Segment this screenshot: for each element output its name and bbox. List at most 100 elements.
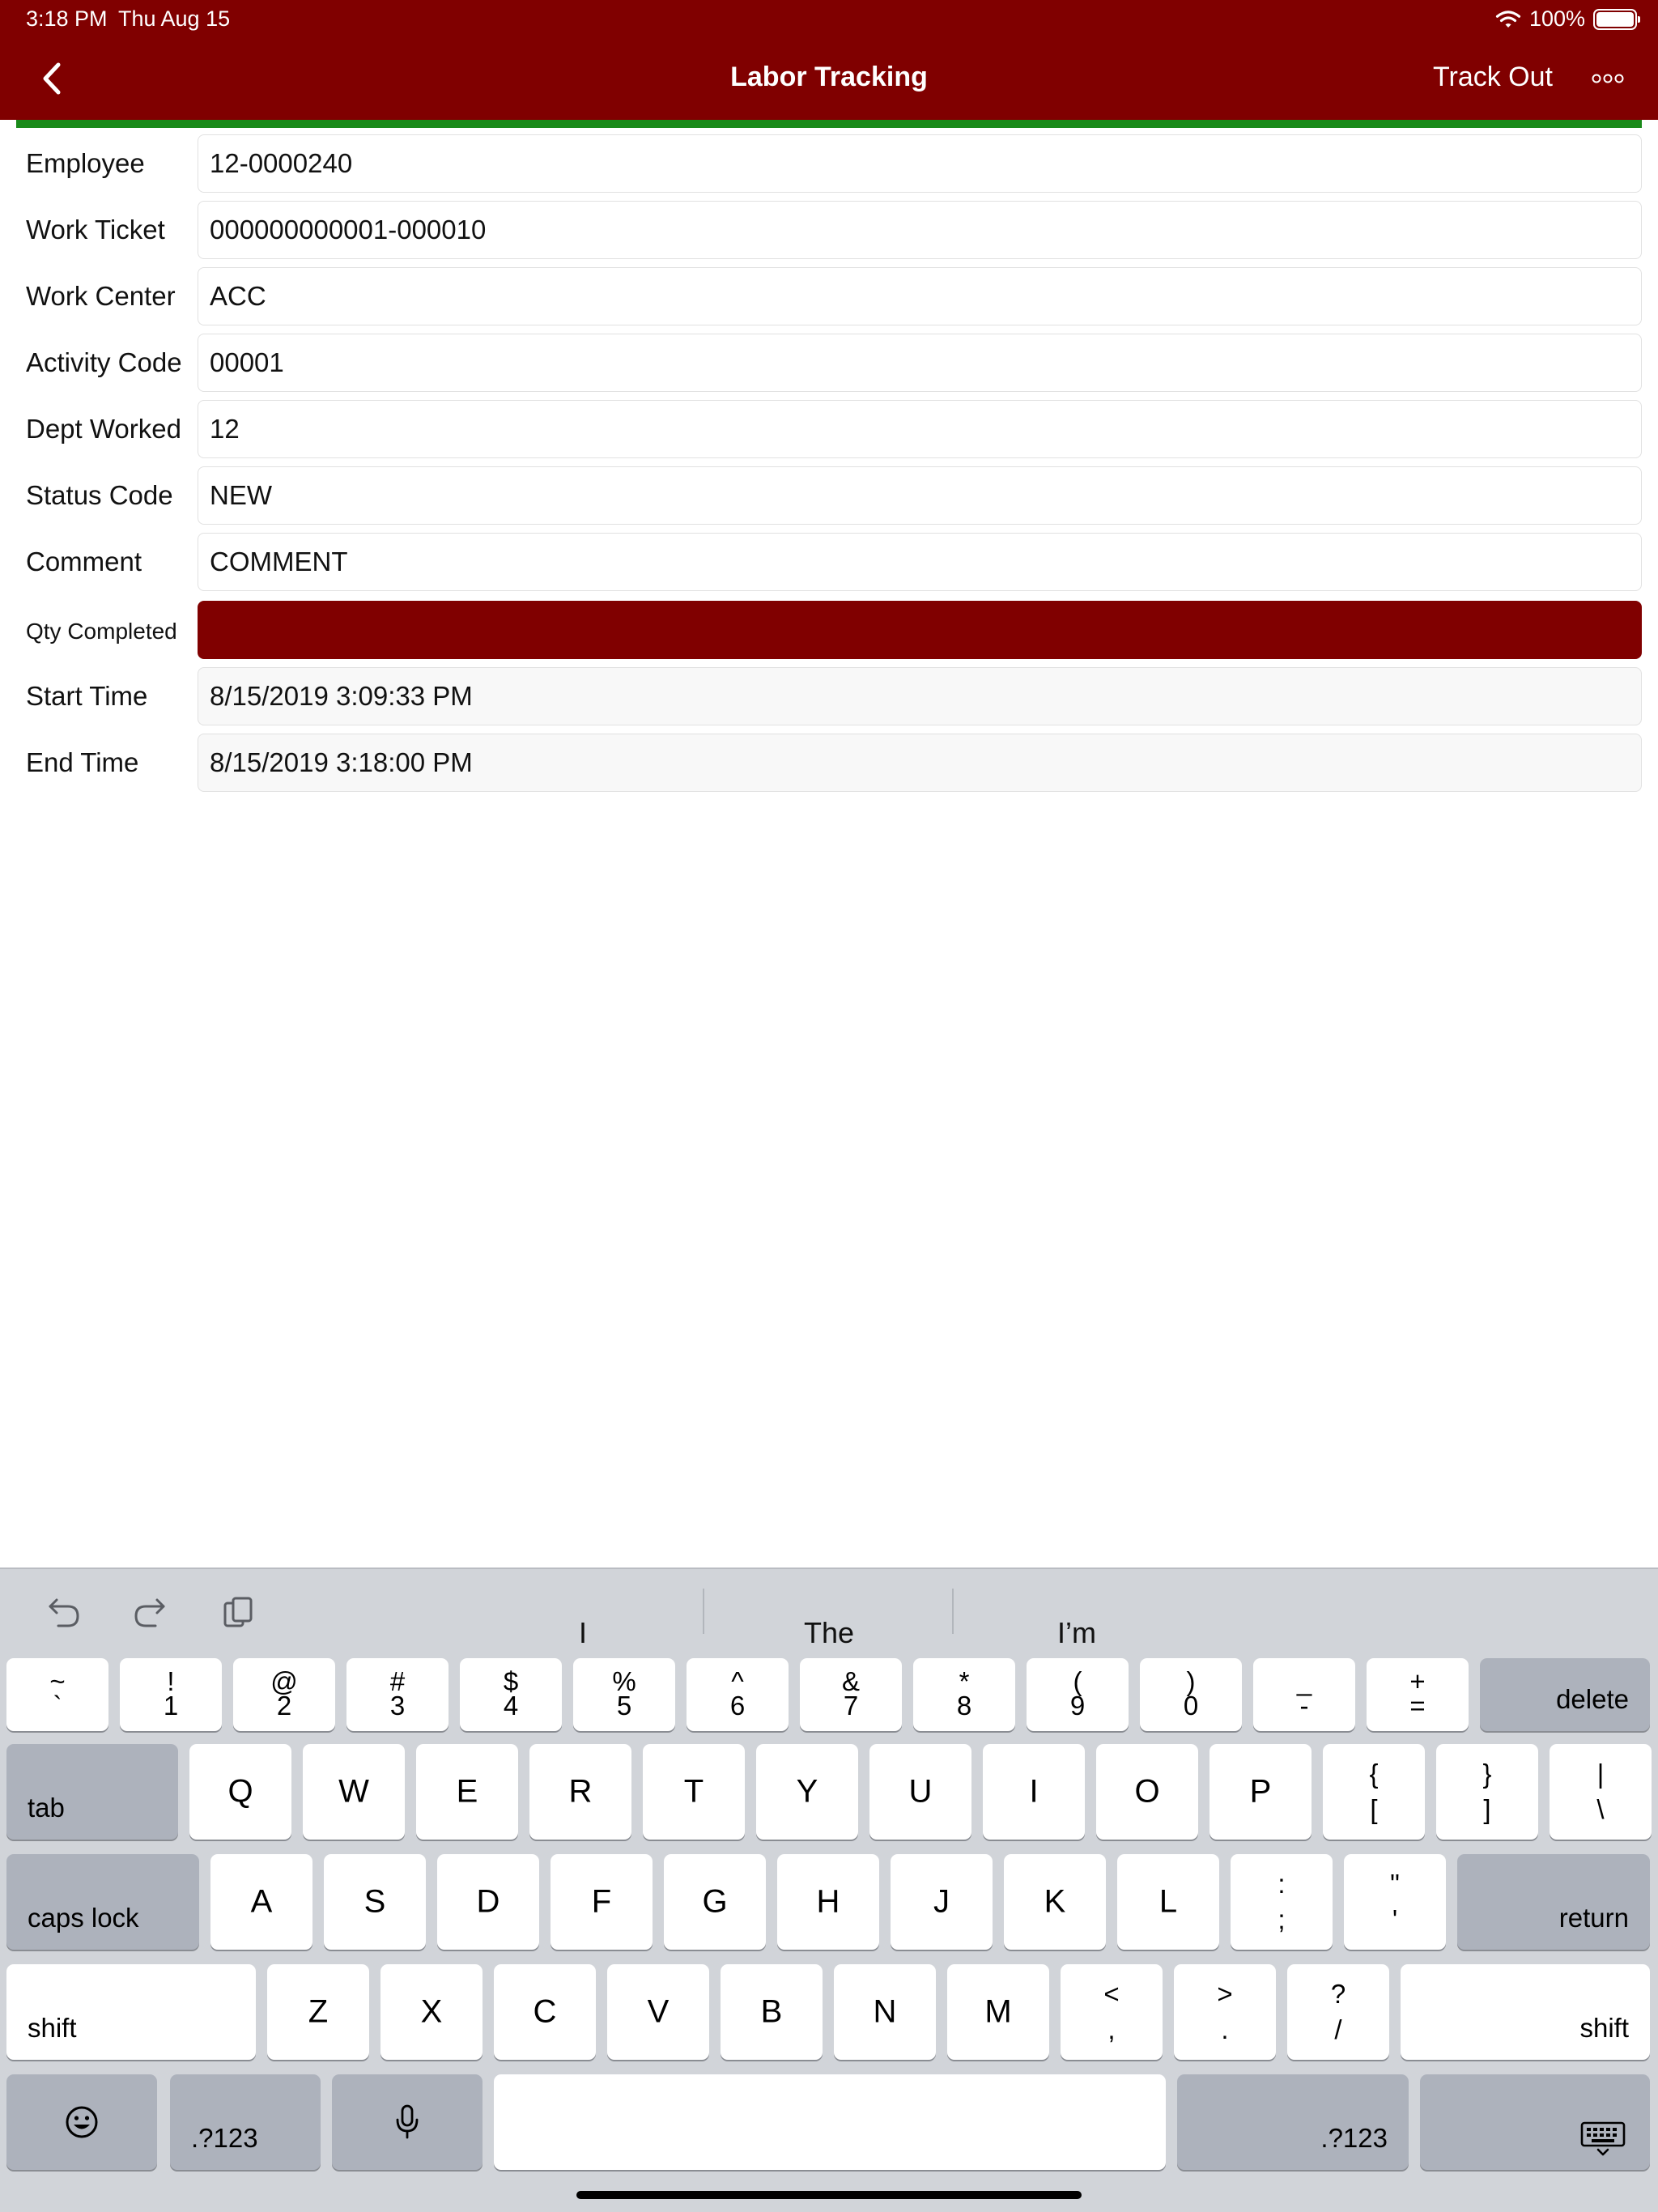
form-row-work-center: Work Center ACC bbox=[0, 267, 1658, 325]
key-j[interactable]: J bbox=[891, 1854, 993, 1950]
key-e[interactable]: E bbox=[416, 1744, 518, 1840]
key-a[interactable]: A bbox=[210, 1854, 312, 1950]
home-indicator[interactable] bbox=[576, 2191, 1082, 2199]
suggestion-divider bbox=[703, 1589, 704, 1634]
key-minus[interactable]: _ - bbox=[1253, 1658, 1355, 1731]
form-row-comment: Comment COMMENT bbox=[0, 533, 1658, 591]
key-y[interactable]: Y bbox=[756, 1744, 858, 1840]
key-4[interactable]: $4 bbox=[460, 1658, 562, 1731]
key-comma[interactable]: <, bbox=[1061, 1964, 1163, 2060]
key-backslash[interactable]: | \ bbox=[1550, 1744, 1652, 1840]
key-n[interactable]: N bbox=[834, 1964, 936, 2060]
battery-percent: 100% bbox=[1528, 6, 1585, 31]
key-0[interactable]: ) 0 bbox=[1140, 1658, 1242, 1731]
key-2[interactable]: @2 bbox=[233, 1658, 335, 1731]
key-1[interactable]: ! 1 bbox=[120, 1658, 222, 1731]
key-6[interactable]: ^ 6 bbox=[687, 1658, 789, 1731]
key-b[interactable]: B bbox=[721, 1964, 823, 2060]
key-9[interactable]: (9 bbox=[1027, 1658, 1129, 1731]
comment-field[interactable]: COMMENT bbox=[198, 533, 1642, 591]
key-v[interactable]: V bbox=[607, 1964, 709, 2060]
key-3[interactable]: #3 bbox=[346, 1658, 449, 1731]
key-right-bracket[interactable]: }] bbox=[1436, 1744, 1538, 1840]
key-o[interactable]: O bbox=[1096, 1744, 1198, 1840]
key-quote[interactable]: " ' bbox=[1344, 1854, 1446, 1950]
key-5[interactable]: % 5 bbox=[573, 1658, 675, 1731]
redo-icon[interactable] bbox=[131, 1593, 168, 1631]
page-title: Labor Tracking bbox=[730, 62, 928, 92]
key-g[interactable]: G bbox=[664, 1854, 766, 1950]
space-bar[interactable] bbox=[494, 2074, 1166, 2170]
activity-code-field[interactable]: 00001 bbox=[198, 334, 1642, 392]
suggestion-divider bbox=[952, 1589, 954, 1634]
progress-indicator bbox=[16, 120, 1642, 128]
shift-right-key[interactable]: shift bbox=[1401, 1964, 1650, 2060]
suggestion-2[interactable]: The bbox=[748, 1616, 910, 1650]
status-right: 100% bbox=[1495, 6, 1640, 32]
work-ticket-label: Work Ticket bbox=[26, 215, 165, 245]
key-i[interactable]: I bbox=[983, 1744, 1085, 1840]
key-c[interactable]: C bbox=[494, 1964, 596, 2060]
key-f[interactable]: F bbox=[551, 1854, 653, 1950]
qty-completed-label: Qty Completed bbox=[26, 619, 177, 644]
key-q[interactable]: Q bbox=[189, 1744, 291, 1840]
back-chevron-icon[interactable] bbox=[36, 58, 68, 99]
software-keyboard: I The I’m ~ ` ! 1 @2 #3 $4 % 5 ^ 6 & 7 * 8 (9 … bbox=[0, 1568, 1658, 2212]
key-r[interactable]: R bbox=[529, 1744, 631, 1840]
numbers-toggle-key-right[interactable]: .?123 bbox=[1177, 2074, 1409, 2170]
work-center-field[interactable]: ACC bbox=[198, 267, 1642, 325]
dismiss-keyboard-key[interactable] bbox=[1420, 2074, 1650, 2170]
tab-key[interactable]: tab bbox=[6, 1744, 178, 1840]
key-t[interactable]: T bbox=[643, 1744, 745, 1840]
key-period[interactable]: >. bbox=[1174, 1964, 1276, 2060]
dept-worked-field[interactable]: 12 bbox=[198, 400, 1642, 458]
key-8[interactable]: * 8 bbox=[913, 1658, 1015, 1731]
employee-field[interactable]: 12-0000240 bbox=[198, 134, 1642, 193]
key-l[interactable]: L bbox=[1117, 1854, 1219, 1950]
qty-completed-input[interactable] bbox=[198, 601, 1642, 659]
form-row-activity-code: Activity Code 00001 bbox=[0, 334, 1658, 392]
key-z[interactable]: Z bbox=[267, 1964, 369, 2060]
key-u[interactable]: U bbox=[869, 1744, 971, 1840]
status-code-field[interactable]: NEW bbox=[198, 466, 1642, 525]
key-slash[interactable]: ? / bbox=[1287, 1964, 1389, 2060]
shift-left-key[interactable]: shift bbox=[6, 1964, 256, 2060]
suggestion-3[interactable]: I’m bbox=[996, 1616, 1158, 1650]
key-semicolon[interactable]: :; bbox=[1231, 1854, 1333, 1950]
form-row-status-code: Status Code NEW bbox=[0, 466, 1658, 525]
status-date: Thu Aug 15 bbox=[118, 6, 231, 31]
key-s[interactable]: S bbox=[324, 1854, 426, 1950]
key-p[interactable]: P bbox=[1209, 1744, 1312, 1840]
undo-icon[interactable] bbox=[45, 1593, 83, 1631]
start-time-field[interactable]: 8/15/2019 3:09:33 PM bbox=[198, 667, 1642, 725]
return-key[interactable]: return bbox=[1457, 1854, 1650, 1950]
key-7[interactable]: & 7 bbox=[800, 1658, 902, 1731]
track-out-button[interactable]: Track Out bbox=[1433, 62, 1553, 93]
work-ticket-field[interactable]: 000000000001-000010 bbox=[198, 201, 1642, 259]
emoji-key[interactable] bbox=[6, 2074, 157, 2170]
more-options-icon[interactable] bbox=[1592, 71, 1624, 86]
dictation-key[interactable] bbox=[332, 2074, 483, 2170]
key-m[interactable]: M bbox=[947, 1964, 1049, 2060]
clipboard-icon[interactable] bbox=[220, 1593, 257, 1631]
keyboard-dismiss-icon bbox=[1580, 2121, 1626, 2156]
work-center-label: Work Center bbox=[26, 281, 176, 311]
end-time-label: End Time bbox=[26, 747, 139, 777]
form-row-work-ticket: Work Ticket 000000000001-000010 bbox=[0, 201, 1658, 259]
end-time-field[interactable]: 8/15/2019 3:18:00 PM bbox=[198, 734, 1642, 792]
start-time-label: Start Time bbox=[26, 681, 148, 711]
key-k[interactable]: K bbox=[1004, 1854, 1106, 1950]
key-d[interactable]: D bbox=[437, 1854, 539, 1950]
key-h[interactable]: H bbox=[777, 1854, 879, 1950]
key-tilde[interactable]: ~ ` bbox=[6, 1658, 108, 1731]
navigation-bar: 3:18 PM Thu Aug 15 100% Labor Tracking T… bbox=[0, 0, 1658, 120]
delete-key[interactable]: delete bbox=[1480, 1658, 1650, 1731]
key-left-bracket[interactable]: {[ bbox=[1323, 1744, 1425, 1840]
employee-label: Employee bbox=[26, 148, 145, 178]
key-x[interactable]: X bbox=[380, 1964, 483, 2060]
numbers-toggle-key-left[interactable]: .?123 bbox=[170, 2074, 321, 2170]
caps-lock-key[interactable]: caps lock bbox=[6, 1854, 199, 1950]
key-equals[interactable]: + = bbox=[1367, 1658, 1469, 1731]
suggestion-1[interactable]: I bbox=[502, 1616, 664, 1650]
key-w[interactable]: W bbox=[303, 1744, 405, 1840]
